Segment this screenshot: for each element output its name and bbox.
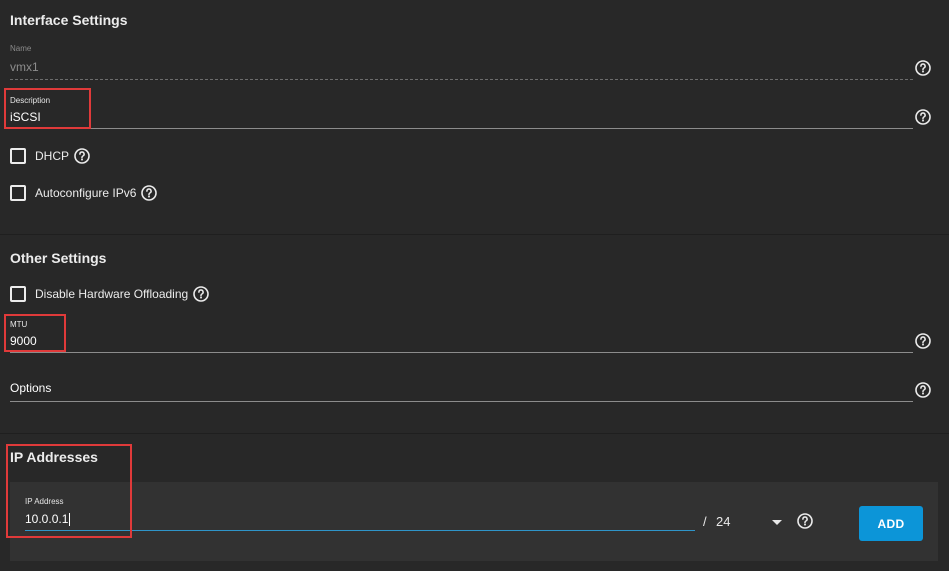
autoconfigure-ipv6-label: Autoconfigure IPv6 <box>35 186 137 200</box>
interface-settings-title: Interface Settings <box>10 12 128 28</box>
name-field: Name vmx1 <box>10 44 913 82</box>
help-icon[interactable] <box>915 382 931 398</box>
name-label: Name <box>10 44 32 53</box>
mtu-input[interactable]: 9000 <box>10 334 37 348</box>
mtu-underline <box>10 352 913 353</box>
dhcp-label: DHCP <box>35 149 70 163</box>
name-underline <box>10 79 913 80</box>
text-cursor <box>69 513 71 527</box>
options-underline <box>10 401 913 402</box>
mtu-label: MTU <box>10 320 28 329</box>
help-icon[interactable] <box>74 148 90 164</box>
ip-address-value: 10.0.0.1 <box>25 512 69 526</box>
ip-address-label: IP Address <box>25 497 64 506</box>
help-icon[interactable] <box>915 60 931 76</box>
network-interface-form: Interface Settings Name vmx1 Description… <box>0 0 949 571</box>
dhcp-checkbox-row[interactable]: DHCP <box>10 147 90 165</box>
add-ip-button[interactable]: ADD <box>859 506 923 541</box>
chevron-down-icon[interactable] <box>772 520 782 525</box>
options-label: Options <box>10 381 52 395</box>
netmask-select[interactable]: 24 <box>716 514 730 529</box>
description-field[interactable]: Description iSCSI <box>10 94 913 132</box>
ip-address-input[interactable]: 10.0.0.1 <box>25 512 71 527</box>
help-icon[interactable] <box>915 333 931 349</box>
ip-addresses-title: IP Addresses <box>10 449 98 465</box>
description-input[interactable]: iSCSI <box>10 110 41 124</box>
disable-hw-offloading-label: Disable Hardware Offloading <box>35 287 189 301</box>
mtu-field[interactable]: MTU 9000 <box>10 318 913 356</box>
section-divider <box>0 234 949 235</box>
options-field[interactable]: Options <box>10 380 913 404</box>
section-divider <box>0 433 949 434</box>
help-icon[interactable] <box>797 513 813 529</box>
help-icon[interactable] <box>141 185 158 201</box>
ip-address-row: IP Address 10.0.0.1 / 24 ADD <box>10 482 938 561</box>
description-underline <box>10 128 913 129</box>
other-settings-title: Other Settings <box>10 250 107 266</box>
autoconfigure-ipv6-checkbox-row[interactable]: Autoconfigure IPv6 <box>10 184 158 202</box>
netmask-separator: / <box>703 514 707 529</box>
disable-hw-offloading-checkbox-row[interactable]: Disable Hardware Offloading <box>10 285 210 303</box>
description-label: Description <box>10 96 51 105</box>
disable-hw-offloading-checkbox[interactable] <box>10 286 26 302</box>
dhcp-checkbox[interactable] <box>10 148 26 164</box>
ip-address-underline <box>25 530 695 531</box>
name-value: vmx1 <box>10 60 39 74</box>
autoconfigure-ipv6-checkbox[interactable] <box>10 185 26 201</box>
help-icon[interactable] <box>193 286 210 302</box>
help-icon[interactable] <box>915 109 931 125</box>
